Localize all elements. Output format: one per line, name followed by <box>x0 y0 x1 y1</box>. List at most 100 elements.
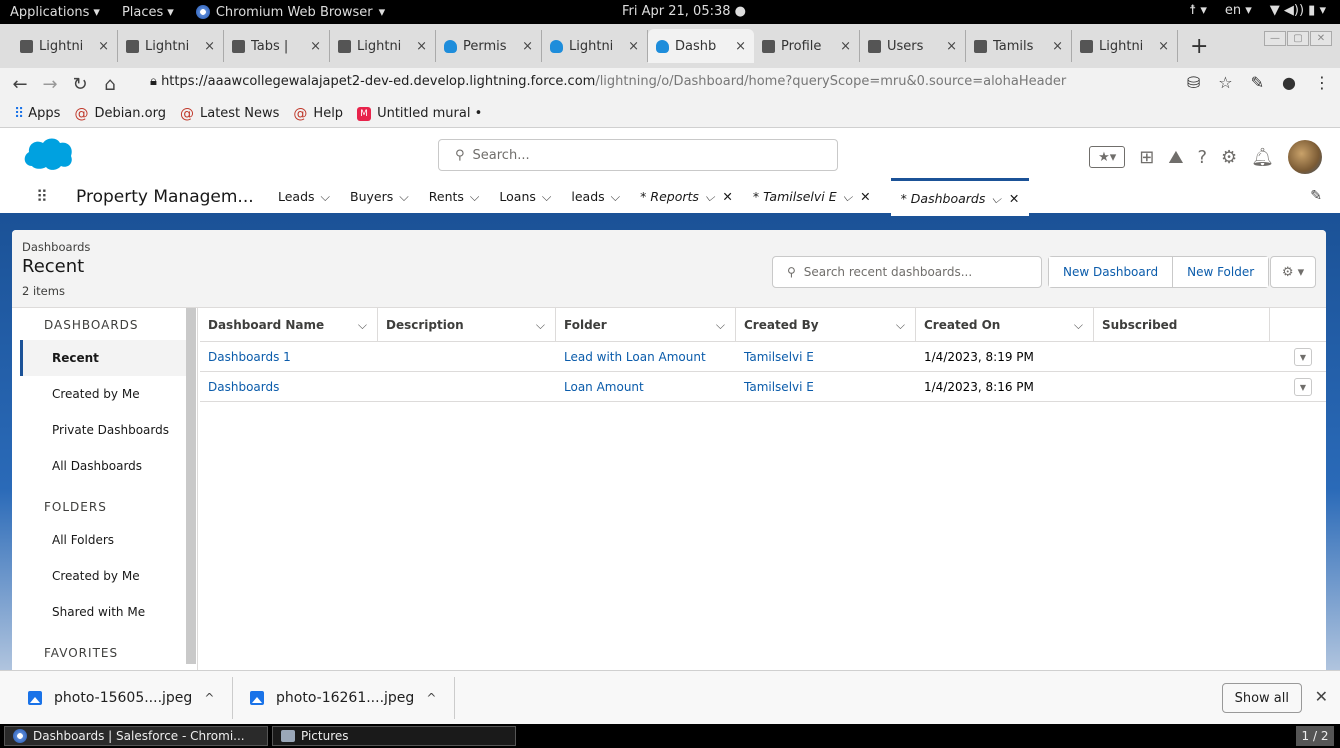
chevron-down-icon[interactable]: ⌵ <box>321 189 330 204</box>
kebab-menu-icon[interactable]: ⋮ <box>1314 73 1330 92</box>
browser-tab[interactable]: Lightni × <box>12 30 118 62</box>
active-app-menu[interactable]: Chromium Web Browser ▾ <box>195 5 385 20</box>
cell-name[interactable]: Dashboards 1 <box>200 350 378 364</box>
salesforce-logo[interactable] <box>22 136 74 172</box>
browser-tab[interactable]: Lightni × <box>118 30 224 62</box>
close-icon[interactable]: ✕ <box>1315 687 1328 706</box>
url-field[interactable]: 🔒︎ https://aaawcollegewalajapet2-dev-ed.… <box>150 74 1066 89</box>
show-all-downloads-button[interactable]: Show all <box>1221 683 1302 713</box>
chevron-down-icon[interactable]: ⌵ <box>399 189 408 204</box>
setup-gear-icon[interactable]: ⚙ <box>1221 147 1237 168</box>
close-window-button[interactable]: ✕ <box>1310 31 1332 46</box>
new-tab-button[interactable]: + <box>1190 34 1208 59</box>
close-tab-icon[interactable]: ✕ <box>1009 191 1019 206</box>
applications-menu[interactable]: Applications ▾ <box>10 5 100 20</box>
system-tray[interactable]: ☨ ▾ en ▾ ▼ ◀)) ▮ ▾ <box>1189 3 1326 18</box>
edit-nav-pencil-icon[interactable]: ✎ <box>1310 188 1322 204</box>
download-item-2[interactable]: photo-16261....jpeg ^ <box>250 671 436 725</box>
close-tab-icon[interactable]: × <box>946 39 957 54</box>
row-actions-menu[interactable]: ▼ <box>1294 348 1312 366</box>
nav-item-leads[interactable]: leads ⌵ <box>571 189 620 205</box>
language-indicator[interactable]: en ▾ <box>1225 3 1252 18</box>
browser-tab[interactable]: Tamils × <box>966 30 1072 62</box>
global-search[interactable]: ⚲ Search... <box>438 139 838 171</box>
sidebar-item[interactable]: All Dashboards <box>20 448 186 484</box>
nav-tab[interactable]: * Tamilselvi E ⌵ ✕ <box>753 189 871 205</box>
nav-item-leads[interactable]: Leads ⌵ <box>278 189 330 205</box>
column-header[interactable]: Created On ⌵ <box>916 308 1094 342</box>
maximize-button[interactable]: ▢ <box>1287 31 1309 46</box>
chevron-down-icon[interactable]: ⌵ <box>470 189 479 204</box>
bookmark-item[interactable]: ⠿ Apps <box>14 106 60 122</box>
cell-folder[interactable]: Lead with Loan Amount <box>556 350 736 364</box>
chevron-down-icon[interactable]: ⌵ <box>611 189 620 204</box>
extension-puzzle-icon[interactable]: ✎ <box>1251 73 1264 92</box>
profile-icon[interactable]: ● <box>1282 73 1296 92</box>
close-tab-icon[interactable]: × <box>840 39 851 54</box>
chevron-down-icon[interactable]: ⌵ <box>896 318 905 333</box>
close-tab-icon[interactable]: × <box>522 39 533 54</box>
chevron-down-icon[interactable]: ⌵ <box>536 318 545 333</box>
app-launcher-icon[interactable]: ⠿ <box>36 187 48 206</box>
global-actions-plus-icon[interactable]: ⊞ <box>1139 147 1154 168</box>
browser-tab[interactable]: Tabs | × <box>224 30 330 62</box>
close-tab-icon[interactable]: × <box>735 39 746 54</box>
chevron-up-icon[interactable]: ^ <box>204 691 214 705</box>
column-header[interactable]: Dashboard Name ⌵ <box>200 308 378 342</box>
search-recent-dashboards-input[interactable]: ⚲ Search recent dashboards... <box>772 256 1042 288</box>
column-header[interactable]: Created By ⌵ <box>736 308 916 342</box>
user-avatar[interactable] <box>1288 140 1322 174</box>
browser-tab[interactable]: Lightni × <box>1072 30 1178 62</box>
accessibility-icon[interactable]: ☨ ▾ <box>1189 3 1207 18</box>
sidebar-item[interactable]: Private Dashboards <box>20 412 186 448</box>
browser-tab[interactable]: Users × <box>860 30 966 62</box>
clock[interactable]: Fri Apr 21, 05:38 ● <box>622 4 746 19</box>
sidebar-item[interactable]: All Folders <box>20 522 186 558</box>
close-tab-icon[interactable]: × <box>1052 39 1063 54</box>
extension-icon[interactable]: ⛁ <box>1187 73 1200 92</box>
cell-folder[interactable]: Loan Amount <box>556 380 736 394</box>
places-menu[interactable]: Places ▾ <box>122 5 174 20</box>
cell-created-by[interactable]: Tamilselvi E <box>736 380 916 394</box>
browser-tab[interactable]: Lightni × <box>542 30 648 62</box>
forward-button[interactable]: → <box>38 74 62 95</box>
column-header[interactable]: Folder ⌵ <box>556 308 736 342</box>
sidebar-item[interactable]: Created by Me <box>20 558 186 594</box>
close-tab-icon[interactable]: × <box>204 39 215 54</box>
close-tab-icon[interactable]: × <box>628 39 639 54</box>
close-tab-icon[interactable]: × <box>310 39 321 54</box>
close-tab-icon[interactable]: × <box>98 39 109 54</box>
sidebar-scrollbar[interactable] <box>186 308 196 664</box>
browser-tab[interactable]: Permis × <box>436 30 542 62</box>
minimize-button[interactable]: — <box>1264 31 1286 46</box>
chevron-down-icon[interactable]: ⌵ <box>358 318 367 333</box>
sidebar-item[interactable]: Shared with Me <box>20 594 186 630</box>
cell-created-by[interactable]: Tamilselvi E <box>736 350 916 364</box>
nav-item-loans[interactable]: Loans ⌵ <box>499 189 551 205</box>
close-tab-icon[interactable]: × <box>1158 39 1169 54</box>
back-button[interactable]: ← <box>8 74 32 95</box>
taskbar-item-pictures[interactable]: Pictures <box>272 726 516 746</box>
chevron-up-icon[interactable]: ^ <box>426 691 436 705</box>
workspace-pager[interactable]: 1 / 2 <box>1296 726 1334 746</box>
network-volume-battery-icon[interactable]: ▼ ◀)) ▮ ▾ <box>1270 3 1326 18</box>
browser-tab[interactable]: Lightni × <box>330 30 436 62</box>
help-icon[interactable]: ? <box>1197 147 1207 168</box>
chevron-down-icon[interactable]: ⌵ <box>1074 318 1083 333</box>
close-tab-icon[interactable]: ✕ <box>860 189 870 204</box>
close-tab-icon[interactable]: ✕ <box>722 189 732 204</box>
chevron-down-icon[interactable]: ⌵ <box>991 191 1000 207</box>
bookmark-item[interactable]: @ Latest News <box>180 106 279 122</box>
nav-tab[interactable]: * Dashboards ⌵ ✕ <box>890 178 1030 216</box>
row-actions-menu[interactable]: ▼ <box>1294 378 1312 396</box>
bookmark-item[interactable]: M Untitled mural • <box>357 106 482 121</box>
column-header[interactable]: Description ⌵ <box>378 308 556 342</box>
reload-button[interactable]: ↻ <box>68 74 92 95</box>
new-dashboard-button[interactable]: New Dashboard <box>1049 257 1174 287</box>
chevron-down-icon[interactable]: ⌵ <box>542 189 551 204</box>
sidebar-item[interactable]: Created by Me <box>20 376 186 412</box>
favorites-star-icon[interactable]: ★▾ <box>1089 146 1126 168</box>
download-item-1[interactable]: photo-15605....jpeg ^ <box>28 671 214 725</box>
chevron-down-icon[interactable]: ⌵ <box>843 189 852 204</box>
chevron-down-icon[interactable]: ⌵ <box>705 189 714 204</box>
